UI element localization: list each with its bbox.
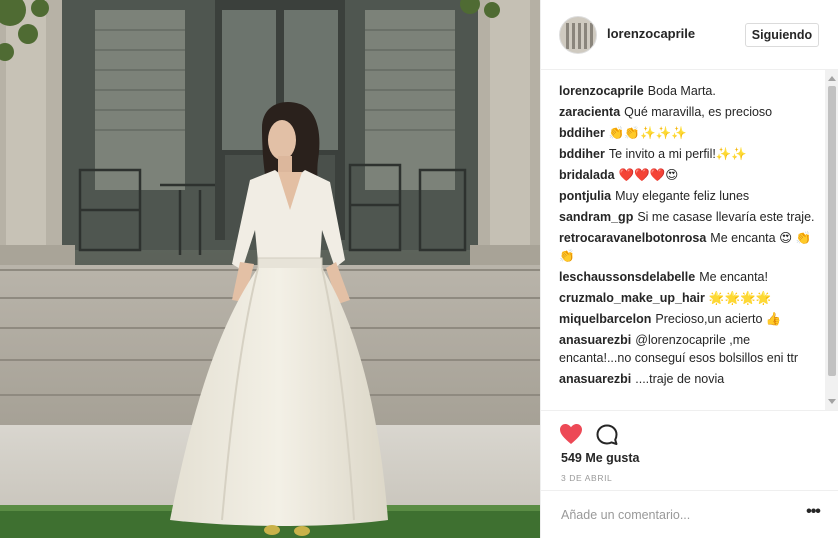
post-date: 3 DE ABRIL — [561, 473, 613, 483]
comment-text: 🌟🌟🌟🌟 — [708, 291, 772, 305]
comment-list: lorenzocaprile Boda Marta. zaracienta Qué m… — [559, 82, 821, 391]
comment-username[interactable]: bddiher — [559, 147, 605, 161]
add-comment-bar: ••• — [541, 490, 838, 538]
likes-count[interactable]: 549 Me gusta — [561, 451, 640, 465]
comment-username[interactable]: sandram_gp — [559, 210, 633, 224]
scroll-down-arrow-icon[interactable] — [828, 399, 836, 404]
comment-text: Muy elegante feliz lunes — [615, 189, 750, 203]
comment-text: ....traje de novia — [635, 372, 725, 386]
comment-text: Qué maravilla, es precioso — [624, 105, 773, 119]
post-actions: 549 Me gusta 3 DE ABRIL — [541, 410, 838, 490]
comment-username[interactable]: lorenzocaprile — [559, 84, 644, 98]
post-side-panel: lorenzocaprile Siguiendo lorenzocaprile B… — [540, 0, 838, 538]
comment-item: zaracienta Qué maravilla, es precioso — [559, 103, 821, 121]
following-button[interactable]: Siguiendo — [745, 23, 819, 47]
add-comment-input[interactable] — [561, 504, 791, 526]
comment-username[interactable]: miquelbarcelon — [559, 312, 651, 326]
comment-username[interactable]: pontjulia — [559, 189, 611, 203]
comment-username[interactable]: cruzmalo_make_up_hair — [559, 291, 705, 305]
comment-text: Te invito a mi perfil!✨✨ — [608, 147, 747, 161]
comment-item: anasuarezbi @lorenzocaprile ,me encanta!.… — [559, 331, 821, 367]
post-author-username[interactable]: lorenzocaprile — [607, 26, 695, 41]
comment-text: 👏👏✨✨✨ — [608, 126, 687, 140]
comment-item: lorenzocaprile Boda Marta. — [559, 82, 821, 100]
comment-item: bddiher Te invito a mi perfil!✨✨ — [559, 145, 821, 163]
heart-icon[interactable] — [559, 423, 583, 445]
comment-item: leschaussonsdelabelle Me encanta! — [559, 268, 821, 286]
comment-text: Me encanta! — [699, 270, 768, 284]
post-photo[interactable] — [0, 0, 540, 538]
comment-item: cruzmalo_make_up_hair 🌟🌟🌟🌟 — [559, 289, 821, 307]
comment-item: anasuarezbi ....traje de novia — [559, 370, 821, 388]
comments-scrollbar[interactable] — [825, 70, 838, 410]
comment-bubble-icon[interactable] — [595, 423, 619, 447]
comment-text: Boda Marta. — [647, 84, 716, 98]
comment-username[interactable]: zaracienta — [559, 105, 620, 119]
comment-username[interactable]: bridalada — [559, 168, 615, 182]
comment-item: sandram_gp Si me casase llevaría este tra… — [559, 208, 821, 226]
comments-section: lorenzocaprile Boda Marta. zaracienta Qué m… — [541, 70, 838, 410]
comment-username[interactable]: bddiher — [559, 126, 605, 140]
scroll-up-arrow-icon[interactable] — [828, 76, 836, 81]
comment-text: Si me casase llevaría este traje. — [637, 210, 815, 224]
comment-username[interactable]: anasuarezbi — [559, 372, 631, 386]
scrollbar-thumb[interactable] — [828, 86, 836, 376]
post-header: lorenzocaprile Siguiendo — [541, 0, 838, 70]
comment-item: bddiher 👏👏✨✨✨ — [559, 124, 821, 142]
more-options-button[interactable]: ••• — [803, 504, 823, 525]
comment-item: miquelbarcelon Precioso,un acierto 👍 — [559, 310, 821, 328]
avatar[interactable] — [559, 16, 597, 54]
comment-item: pontjulia Muy elegante feliz lunes — [559, 187, 821, 205]
comment-item: bridalada ❤️❤️❤️😍 — [559, 166, 821, 184]
comment-username[interactable]: leschaussonsdelabelle — [559, 270, 695, 284]
comment-item: retrocaravanelbotonrosa Me encanta 😍 👏👏 — [559, 229, 821, 265]
comment-text: Precioso,un acierto 👍 — [655, 312, 782, 326]
comment-username[interactable]: anasuarezbi — [559, 333, 631, 347]
comment-username[interactable]: retrocaravanelbotonrosa — [559, 231, 706, 245]
comment-text: ❤️❤️❤️😍 — [618, 168, 679, 182]
